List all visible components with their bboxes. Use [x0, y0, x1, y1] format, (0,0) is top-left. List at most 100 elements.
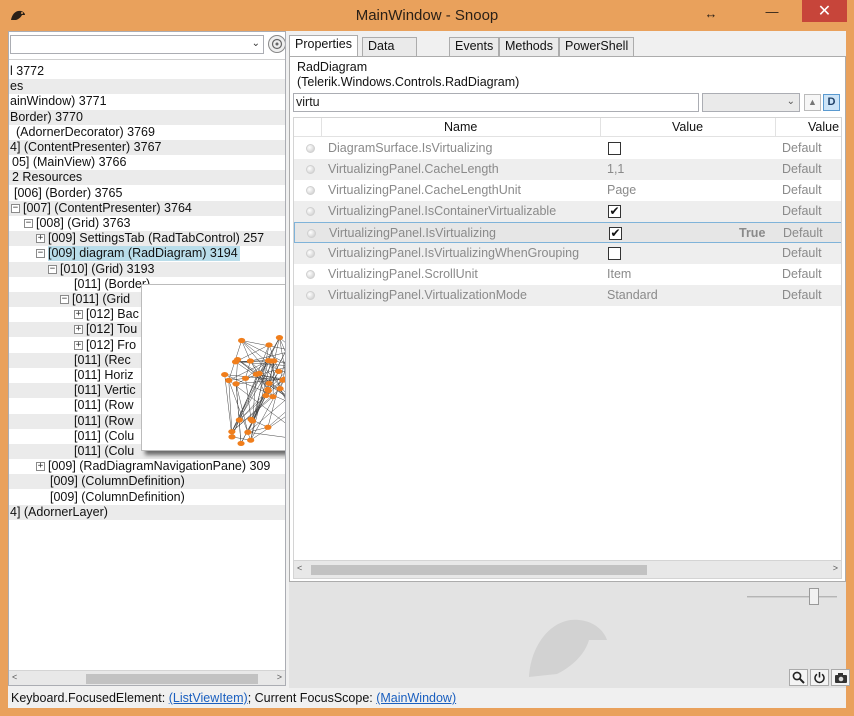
property-row[interactable]: VirtualizingPanel.VirtualizationMode Stan… [294, 285, 841, 306]
collapse-icon[interactable]: − [36, 249, 45, 259]
tree-item-label: [009] (ColumnDefinition) [50, 474, 185, 489]
tree-item[interactable]: [006] (Border) 3765 [9, 186, 285, 201]
status-prefix: Keyboard.FocusedElement: [11, 691, 169, 705]
property-marker-icon [306, 249, 315, 258]
column-separator[interactable] [775, 118, 776, 137]
property-name: VirtualizingPanel.IsVirtualizing [329, 226, 496, 240]
property-value[interactable]: Item [607, 264, 631, 285]
power-button[interactable] [810, 669, 829, 686]
property-row[interactable]: VirtualizingPanel.IsContainerVirtualizab… [294, 201, 841, 222]
diagram-node [235, 417, 243, 423]
resize-arrows-icon[interactable]: ↔ [700, 2, 722, 24]
property-filter-combo[interactable]: ⌄ [702, 93, 800, 112]
property-row[interactable]: VirtualizingPanel.CacheLength 1,1 Default [294, 159, 841, 180]
tree-item[interactable]: − [007] (ContentPresenter) 3764 [9, 200, 285, 216]
tree-item[interactable]: ainWindow) 3771 [9, 94, 285, 109]
selected-object-name: RadDiagram (Telerik.Windows.Controls.Rad… [297, 60, 519, 90]
tree-item[interactable]: [009] (ColumnDefinition) [9, 474, 285, 490]
zoom-slider-track[interactable] [747, 596, 837, 598]
tab-properties[interactable]: Properties [289, 35, 358, 57]
collapse-icon[interactable]: − [48, 264, 57, 274]
property-row[interactable]: DiagramSurface.IsVirtualizing Default [294, 138, 841, 159]
tree-item[interactable]: [009] (ColumnDefinition) [9, 490, 285, 505]
tree-filter-combo[interactable]: ⌄ [10, 35, 264, 54]
zoom-slider-thumb[interactable] [809, 588, 819, 605]
property-filter-input[interactable]: virtu [293, 93, 699, 112]
close-button[interactable]: ✕ [802, 0, 847, 22]
property-row[interactable]: VirtualizingPanel.CacheLengthUnit Page Def… [294, 180, 841, 201]
expand-icon[interactable]: + [36, 462, 45, 472]
expand-icon[interactable]: + [74, 325, 83, 335]
property-row[interactable]: VirtualizingPanel.ScrollUnit Item Default [294, 264, 841, 285]
focus-scope-link[interactable]: (MainWindow) [376, 691, 456, 705]
tree-item-label: [011] (Rec [74, 352, 131, 367]
tree-item-label: [006] (Border) 3765 [14, 185, 123, 200]
collapse-icon[interactable]: − [11, 203, 20, 213]
column-separator[interactable] [321, 118, 322, 137]
property-value[interactable]: Page [607, 180, 636, 201]
collapse-icon[interactable]: − [24, 219, 33, 228]
expand-icon[interactable]: + [74, 340, 83, 350]
screenshot-button[interactable] [831, 669, 850, 686]
property-grid: Name Value Value DiagramSurface.IsVirtua… [293, 117, 842, 579]
visual-tree-pane: ⌄ l 3772 es ainWindow) 3771 Border) 3770 (Ad… [8, 31, 286, 686]
refresh-search-icon[interactable] [268, 35, 285, 53]
up-arrow-button[interactable]: ▲ [804, 94, 821, 111]
diagram-node [228, 434, 236, 440]
property-value[interactable]: Standard [607, 285, 658, 306]
minimize-button[interactable]: — [759, 0, 785, 22]
scroll-thumb[interactable] [311, 565, 647, 575]
column-header-value-source[interactable]: Value [808, 120, 839, 134]
property-value-checkbox[interactable]: ✔ [608, 205, 621, 218]
scroll-left-arrow-icon[interactable]: < [12, 672, 17, 682]
tree-item[interactable]: 2 Resources [9, 170, 285, 186]
default-values-toggle[interactable]: D [823, 94, 840, 111]
column-separator[interactable] [600, 118, 601, 137]
collapse-icon[interactable]: − [60, 295, 69, 304]
property-value-checkbox[interactable] [608, 142, 621, 155]
magnifier-button[interactable] [789, 669, 808, 686]
property-row[interactable]: VirtualizingPanel.IsVirtualizingWhenGrou… [294, 243, 841, 264]
client-area: ⌄ l 3772 es ainWindow) 3771 Border) 3770 (Ad… [8, 31, 850, 708]
tree-item[interactable]: 4] (AdornerLayer) [9, 504, 285, 520]
tree-item[interactable]: − [010] (Grid) 3193 [9, 261, 285, 277]
property-value-checkbox[interactable]: ✔ [609, 227, 622, 240]
property-marker-icon [306, 165, 315, 174]
diagram-node [225, 377, 233, 383]
tree-item[interactable]: 05] (MainView) 3766 [9, 155, 285, 170]
tree-item[interactable]: + [009] SettingsTab (RadTabControl) 257 [9, 231, 285, 247]
tree-item[interactable]: + [009] (RadDiagramNavigationPane) 309 [9, 459, 285, 474]
tree-item[interactable]: es [9, 79, 285, 95]
tree-item-selected[interactable]: − [009] diagram (RadDiagram) 3194 [9, 246, 285, 262]
scroll-right-arrow-icon[interactable]: > [277, 672, 282, 682]
tab-powershell[interactable]: PowerShell [559, 37, 635, 56]
diagram-node [276, 385, 284, 392]
property-row[interactable]: VirtualizingPanel.IsVirtualizing ✔ True Def… [294, 222, 841, 243]
snoop-watermark-icon [529, 619, 607, 677]
scroll-thumb[interactable] [86, 674, 258, 684]
tree-item-label: [011] Vertic [74, 383, 136, 398]
tree-horizontal-scrollbar[interactable]: < > [9, 670, 285, 685]
property-horizontal-scrollbar[interactable]: < > [294, 560, 841, 578]
tab-data-context[interactable]: Data Context [362, 37, 418, 70]
scroll-left-arrow-icon[interactable]: < [297, 563, 302, 573]
property-value[interactable]: 1,1 [607, 159, 624, 180]
column-header-value[interactable]: Value [672, 120, 703, 134]
scroll-right-arrow-icon[interactable]: > [833, 563, 838, 573]
tree-item[interactable]: (AdornerDecorator) 3769 [9, 125, 285, 140]
focused-element-link[interactable]: (ListViewItem) [169, 691, 248, 705]
expand-icon[interactable]: + [36, 234, 45, 244]
expand-icon[interactable]: + [74, 310, 83, 320]
tab-events[interactable]: Events [449, 37, 500, 56]
property-marker-icon [306, 186, 315, 195]
column-header-name[interactable]: Name [444, 120, 477, 134]
tree-item[interactable]: − [008] (Grid) 3763 [9, 216, 285, 231]
tree-item[interactable]: l 3772 [9, 64, 285, 79]
tab-methods[interactable]: Methods [499, 37, 559, 56]
property-value-checkbox[interactable] [608, 247, 621, 260]
tree-item[interactable]: Border) 3770 [9, 109, 285, 125]
title-bar[interactable]: MainWindow - Snoop ↔ — ✕ [0, 0, 854, 30]
tree-item[interactable]: 4] (ContentPresenter) 3767 [9, 140, 285, 155]
diagram-node [264, 424, 272, 430]
diagram-node [234, 357, 242, 363]
